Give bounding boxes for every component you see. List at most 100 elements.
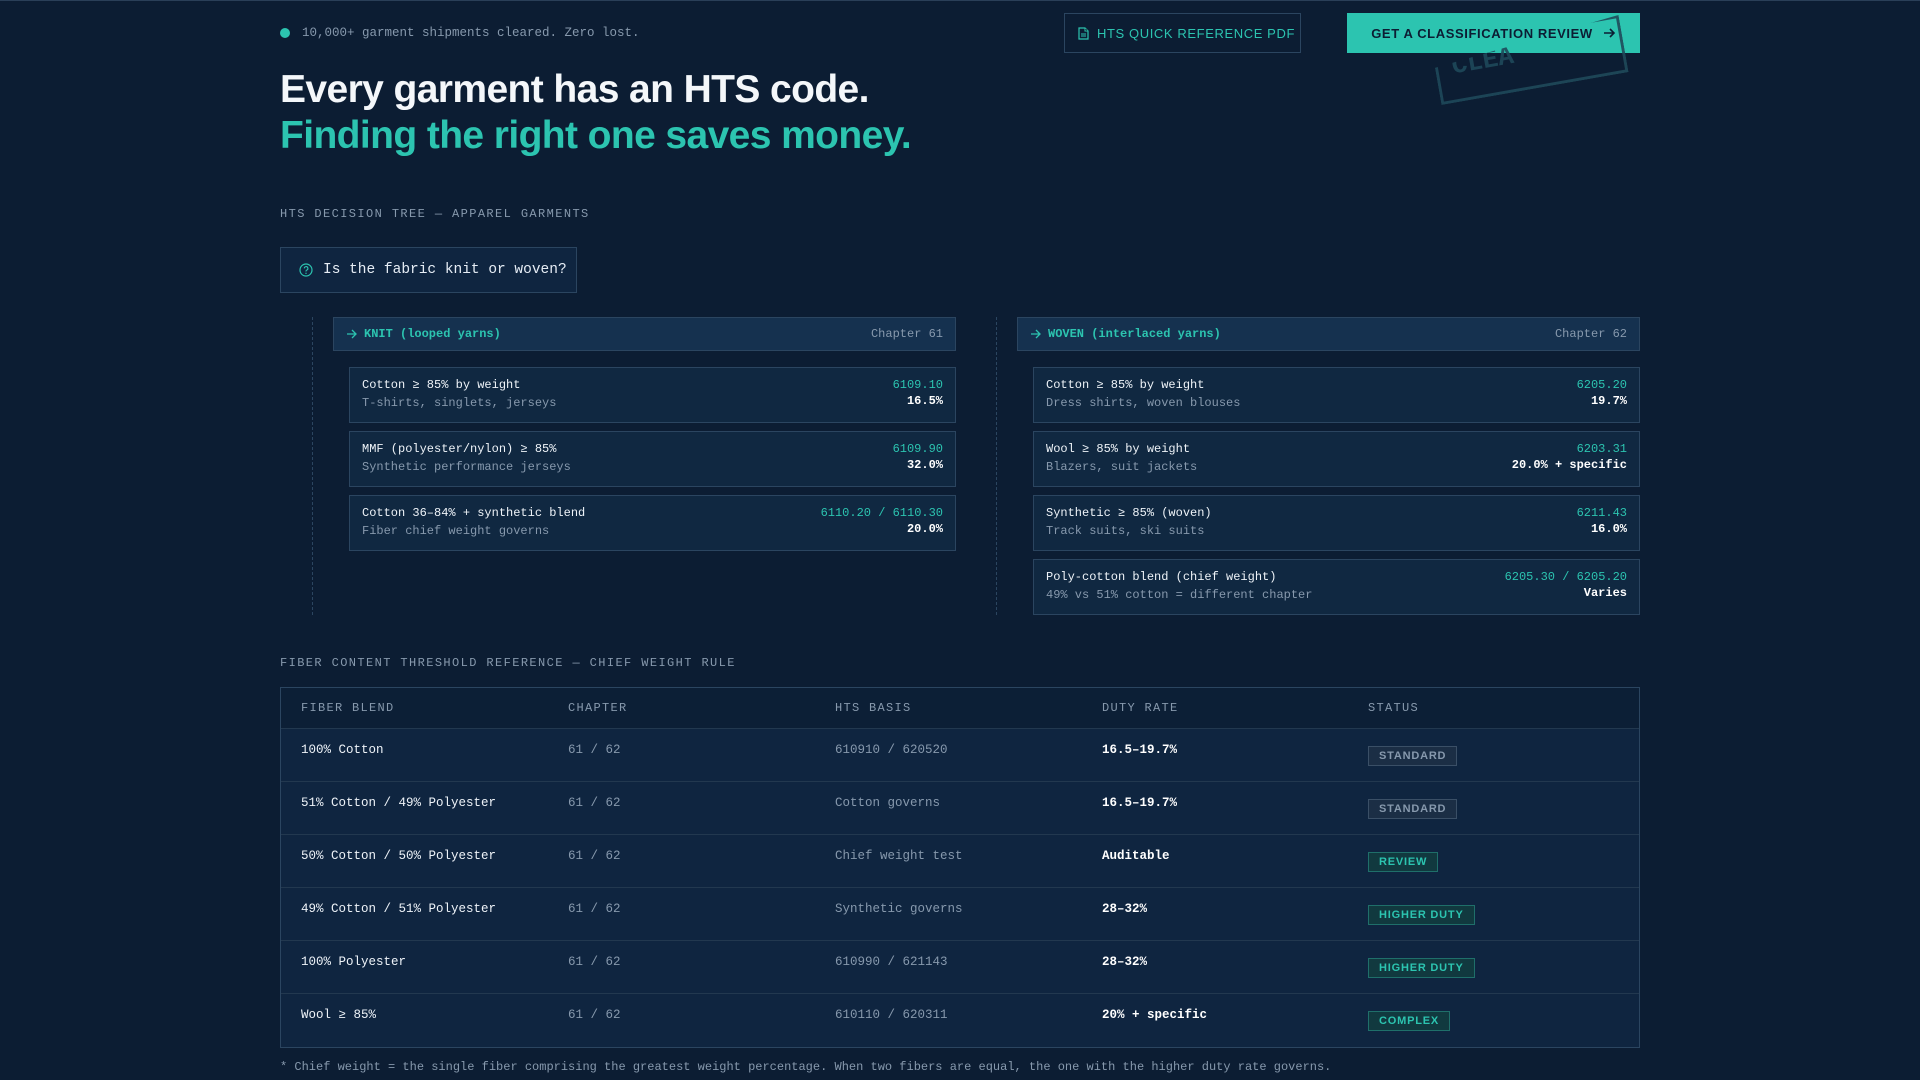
cell-blend: 100% Cotton [301,743,384,757]
leaf-desc: Synthetic performance jerseys [362,460,571,474]
status-cell: HIGHER DUTY [1368,905,1475,925]
table-row[interactable]: 49% Cotton / 51% Polyester 61 / 62 Synth… [281,887,1639,940]
column-header: HTS BASIS [835,701,912,715]
table-row[interactable]: 100% Polyester 61 / 62 610990 / 621143 2… [281,940,1639,993]
leaf-desc: Track suits, ski suits [1046,524,1205,538]
knit-leaf[interactable]: MMF (polyester/nylon) ≥ 85% Synthetic pe… [349,431,956,487]
status-dot-icon [280,28,290,38]
cell-duty: 20% + specific [1102,1008,1208,1022]
cell-duty: 16.5–19.7% [1102,743,1178,757]
cell-blend: Wool ≥ 85% [301,1008,377,1022]
woven-leaf[interactable]: Synthetic ≥ 85% (woven) Track suits, ski… [1033,495,1640,551]
tagline: 10,000+ garment shipments cleared. Zero … [280,26,640,40]
status-badge: REVIEW [1368,852,1439,872]
woven-branch-header[interactable]: WOVEN (interlaced yarns) Chapter 62 [1017,317,1640,351]
fiber-threshold-table: FIBER BLEND CHAPTER HTS BASIS DUTY RATE … [280,687,1640,1048]
cell-blend: 100% Polyester [301,955,407,969]
cell-duty: 16.5–19.7% [1102,796,1178,810]
hero: Every garment has an HTS code. Finding t… [280,67,912,159]
leaf-duty-rate: 19.7% [1590,394,1627,408]
leaf-hts-code: 6211.43 [1576,506,1627,520]
branch-connector [312,317,313,615]
woven-leaf[interactable]: Poly-cotton blend (chief weight) 49% vs … [1033,559,1640,615]
table-footnote: * Chief weight = the single fiber compri… [280,1060,1332,1074]
leaf-desc: Dress shirts, woven blouses [1046,396,1241,410]
status-badge: COMPLEX [1368,1011,1450,1031]
woven-chapter: Chapter 62 [1554,327,1627,341]
woven-title: WOVEN (interlaced yarns) [1048,327,1221,341]
cell-blend: 50% Cotton / 50% Polyester [301,849,497,863]
cell-duty: 28–32% [1102,902,1148,916]
cell-blend: 49% Cotton / 51% Polyester [301,902,497,916]
leaf-hts-code: 6109.10 [892,378,943,392]
status-badge: STANDARD [1368,746,1458,766]
table-section-label: FIBER CONTENT THRESHOLD REFERENCE — CHIE… [280,656,736,670]
cell-chapter: 61 / 62 [568,955,621,969]
pdf-download-button[interactable]: HTS QUICK REFERENCE PDF [1064,13,1301,53]
leaf-name: Wool ≥ 85% by weight [1046,442,1191,456]
table-row[interactable]: 50% Cotton / 50% Polyester 61 / 62 Chief… [281,834,1639,887]
cell-chapter: 61 / 62 [568,1008,621,1022]
leaf-duty-rate: 20.0% [906,522,943,536]
knit-chapter: Chapter 61 [870,327,943,341]
leaf-duty-rate: Varies [1583,586,1627,600]
top-bar: 10,000+ garment shipments cleared. Zero … [280,13,1640,55]
table-row[interactable]: 100% Cotton 61 / 62 610910 / 620520 16.5… [281,728,1639,781]
table-row[interactable]: 51% Cotton / 49% Polyester 61 / 62 Cotto… [281,781,1639,834]
tree-section-label: HTS DECISION TREE — APPAREL GARMENTS [280,207,590,221]
column-header: FIBER BLEND [301,701,395,715]
leaf-duty-rate: 32.0% [906,458,943,472]
cell-basis: Chief weight test [835,849,963,863]
tagline-text: 10,000+ garment shipments cleared. Zero … [302,26,640,40]
pdf-button-label: HTS QUICK REFERENCE PDF [1097,25,1295,41]
woven-leaf[interactable]: Wool ≥ 85% by weight Blazers, suit jacke… [1033,431,1640,487]
cell-basis: Cotton governs [835,796,941,810]
status-cell: COMPLEX [1368,1011,1450,1031]
knit-leaf[interactable]: Cotton 36–84% + synthetic blend Fiber ch… [349,495,956,551]
table-header-row: FIBER BLEND CHAPTER HTS BASIS DUTY RATE … [281,688,1639,728]
leaf-name: Cotton ≥ 85% by weight [362,378,521,392]
table-row[interactable]: Wool ≥ 85% 61 / 62 610110 / 620311 20% +… [281,993,1639,1046]
status-cell: REVIEW [1368,852,1439,872]
cell-basis: 610910 / 620520 [835,743,948,757]
leaf-desc: Fiber chief weight governs [362,524,550,538]
leaf-duty-rate: 16.5% [906,394,943,408]
knit-branch-header[interactable]: KNIT (looped yarns) Chapter 61 [333,317,956,351]
leaf-duty-rate: 16.0% [1590,522,1627,536]
leaf-hts-code: 6110.20 / 6110.30 [820,506,943,520]
cell-chapter: 61 / 62 [568,902,621,916]
tree-question[interactable]: Is the fabric knit or woven? [280,247,577,293]
leaf-hts-code: 6205.30 / 6205.20 [1504,570,1627,584]
status-cell: STANDARD [1368,746,1458,766]
cell-chapter: 61 / 62 [568,849,621,863]
leaf-desc: 49% vs 51% cotton = different chapter [1046,588,1313,602]
status-badge: HIGHER DUTY [1368,958,1475,978]
arrow-right-icon [1031,329,1041,339]
question-text: Is the fabric knit or woven? [323,262,567,278]
column-header: DUTY RATE [1102,701,1179,715]
leaf-name: MMF (polyester/nylon) ≥ 85% [362,442,557,456]
status-badge: STANDARD [1368,799,1458,819]
branch-connector [996,317,997,615]
cell-chapter: 61 / 62 [568,796,621,810]
leaf-name: Cotton ≥ 85% by weight [1046,378,1205,392]
leaf-hts-code: 6109.90 [892,442,943,456]
column-header: CHAPTER [568,701,628,715]
help-circle-icon [299,263,313,277]
woven-leaf[interactable]: Cotton ≥ 85% by weight Dress shirts, wov… [1033,367,1640,423]
leaf-name: Synthetic ≥ 85% (woven) [1046,506,1212,520]
cell-chapter: 61 / 62 [568,743,621,757]
status-cell: HIGHER DUTY [1368,958,1475,978]
status-cell: STANDARD [1368,799,1458,819]
cell-duty: 28–32% [1102,955,1148,969]
arrow-right-icon [347,329,357,339]
document-icon [1078,26,1089,40]
knit-leaf[interactable]: Cotton ≥ 85% by weight T-shirts, singlet… [349,367,956,423]
cell-basis: Synthetic governs [835,902,963,916]
hero-headline: Every garment has an HTS code. [280,68,869,111]
cell-blend: 51% Cotton / 49% Polyester [301,796,497,810]
cell-basis: 610990 / 621143 [835,955,948,969]
hero-subheadline: Finding the right one saves money. [280,114,912,157]
status-badge: HIGHER DUTY [1368,905,1475,925]
knit-title: KNIT (looped yarns) [364,327,501,341]
